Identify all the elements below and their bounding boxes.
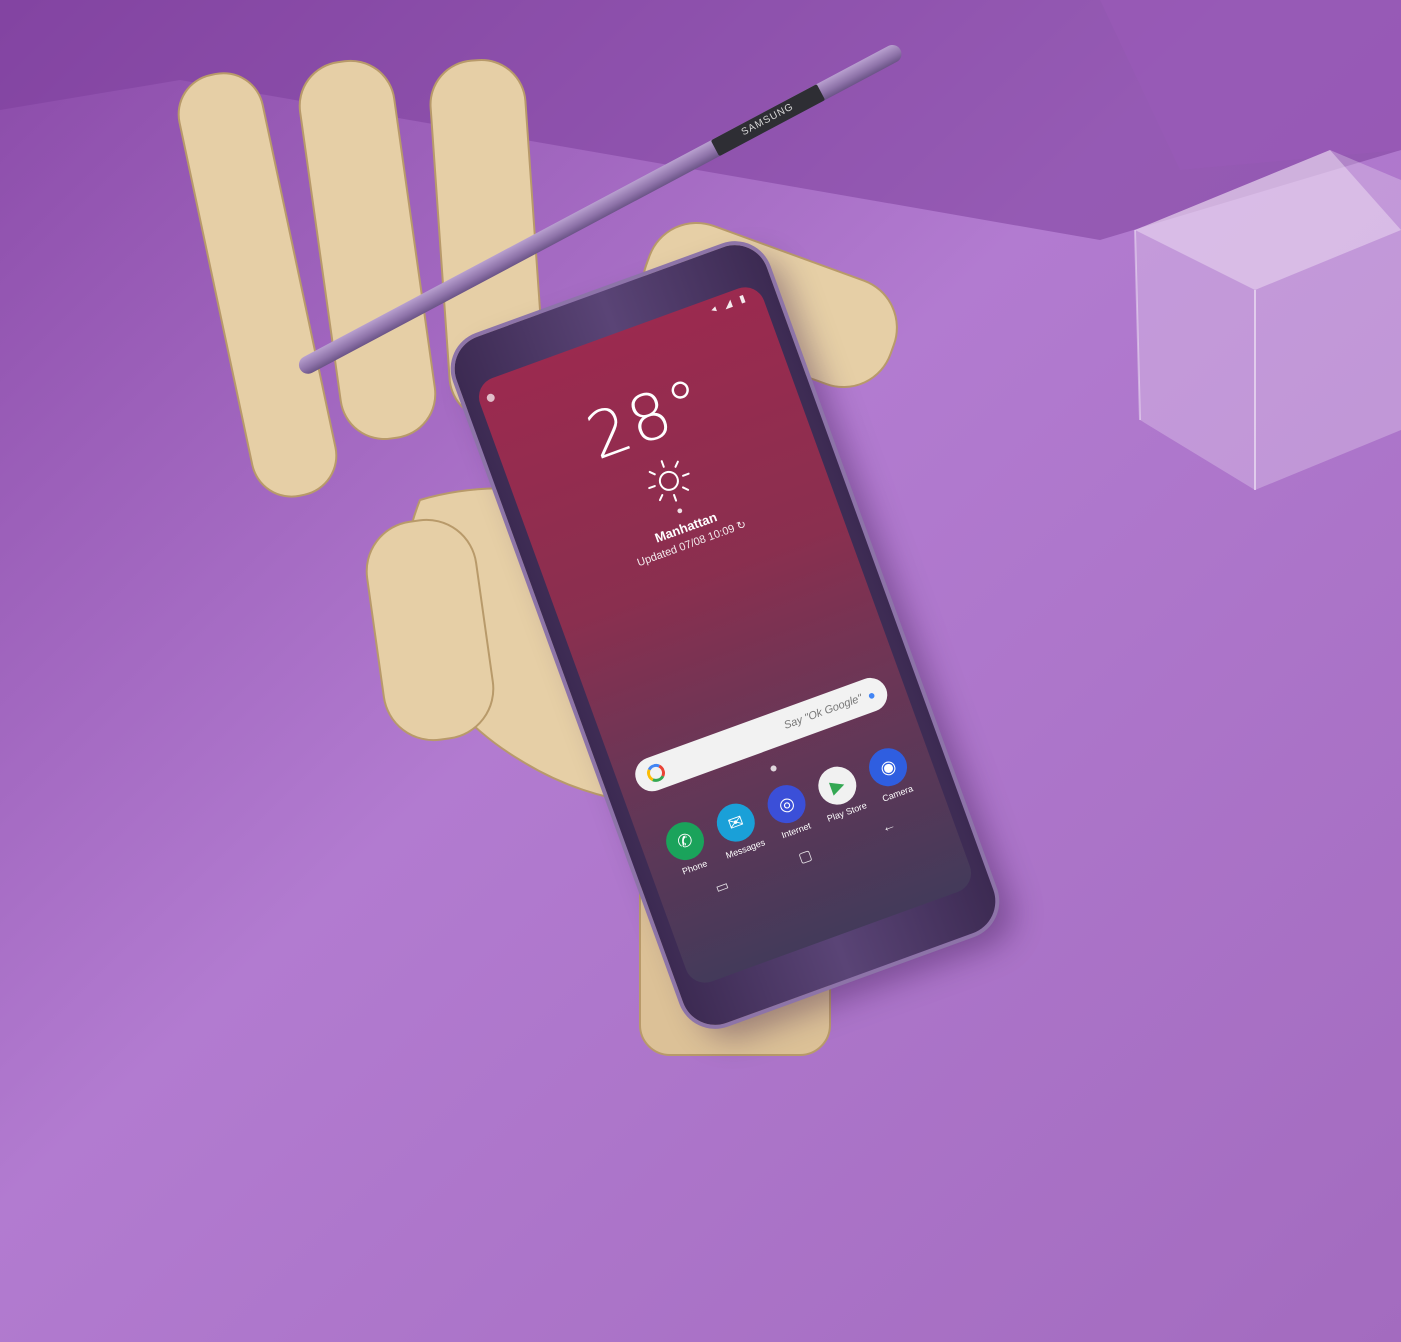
back-icon[interactable]: ← [879,816,898,837]
signal-icon: ◂ ◢ ▮ [709,292,750,316]
home-dock: Say "Ok Google" ● ✆ Phone ✉ Messages ◎ I… [630,673,933,910]
page-indicator [769,764,778,773]
photo-scene: ◂ ◢ ▮ 28° ● Manhattan Updated 07/08 10:0… [0,0,1401,1342]
google-icon [644,761,668,785]
mic-icon[interactable]: ● [865,686,878,703]
home-icon[interactable]: ▢ [796,846,814,867]
refresh-icon[interactable]: ↻ [735,519,748,533]
edge-panel-handle[interactable] [485,392,496,403]
search-placeholder: Say "Ok Google" [782,692,864,732]
recents-icon[interactable]: ▭ [713,876,731,897]
